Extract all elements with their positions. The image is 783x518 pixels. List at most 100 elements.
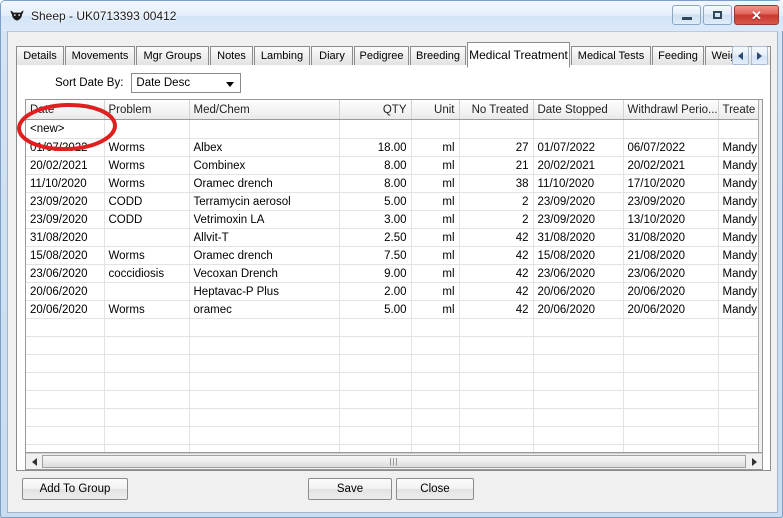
grid-cell-treated-by[interactable]: Mandy: [718, 264, 762, 283]
tab-details[interactable]: Details: [16, 46, 64, 66]
grid-cell[interactable]: [623, 426, 719, 445]
grid-cell[interactable]: [411, 444, 460, 452]
grid-cell-withdrawl[interactable]: 31/08/2020: [623, 228, 719, 247]
table-row[interactable]: 23/09/2020 CODD Terramycin aerosol 5.00 ml 2 2…: [26, 192, 762, 211]
grid-cell-qty[interactable]: 8.00: [339, 156, 412, 175]
scrollbar-track[interactable]: |||: [42, 454, 746, 469]
empty-row[interactable]: [26, 444, 762, 452]
grid-cell-treated-by[interactable]: Mandy: [718, 300, 762, 319]
grid-cell-unit[interactable]: ml: [411, 156, 460, 175]
grid-cell[interactable]: [459, 426, 534, 445]
grid-cell-withdrawl[interactable]: 23/06/2020: [623, 264, 719, 283]
grid-cell-no-treated[interactable]: 21: [459, 156, 534, 175]
grid-cell-qty[interactable]: 8.00: [339, 174, 412, 193]
column-header-withdrawl-period[interactable]: Withdrawl Perio...: [623, 100, 719, 120]
grid-cell[interactable]: [339, 318, 412, 337]
grid-cell[interactable]: [718, 444, 762, 452]
grid-cell[interactable]: [26, 372, 105, 391]
grid-cell-withdrawl[interactable]: 20/06/2020: [623, 300, 719, 319]
grid-cell-qty[interactable]: 2.00: [339, 282, 412, 301]
grid-cell[interactable]: [459, 444, 534, 452]
grid-cell[interactable]: [339, 444, 412, 452]
grid-cell-treated-by[interactable]: Mandy: [718, 228, 762, 247]
table-row[interactable]: 15/08/2020 Worms Oramec drench 7.50 ml 42 15/0…: [26, 246, 762, 265]
grid-cell-date[interactable]: 20/06/2020: [26, 282, 105, 301]
grid-cell[interactable]: [104, 354, 190, 373]
grid-cell-no-treated[interactable]: 42: [459, 264, 534, 283]
table-row[interactable]: 23/09/2020 CODD Vetrimoxin LA 3.00 ml 2 23/09/…: [26, 210, 762, 229]
grid-cell-problem[interactable]: Worms: [104, 246, 190, 265]
grid-cell[interactable]: [26, 318, 105, 337]
medical-treatment-grid[interactable]: Date Problem Med/Chem QTY Unit No Treate…: [25, 99, 763, 453]
grid-cell[interactable]: [339, 336, 412, 355]
table-row[interactable]: 20/02/2021 Worms Combinex 8.00 ml 21 20/02/202…: [26, 156, 762, 175]
grid-cell-date-stopped[interactable]: 20/06/2020: [533, 282, 624, 301]
grid-cell[interactable]: [104, 426, 190, 445]
column-header-unit[interactable]: Unit: [411, 100, 460, 120]
grid-cell-date[interactable]: 23/09/2020: [26, 210, 105, 229]
grid-cell[interactable]: [411, 390, 460, 409]
grid-cell-med[interactable]: Vetrimoxin LA: [189, 210, 340, 229]
sort-date-by-select[interactable]: Date Desc: [131, 73, 242, 93]
grid-cell[interactable]: [459, 408, 534, 427]
tab-pedigree[interactable]: Pedigree: [354, 46, 409, 66]
grid-cell[interactable]: [411, 119, 460, 139]
grid-cell[interactable]: [339, 372, 412, 391]
grid-cell[interactable]: [411, 318, 460, 337]
grid-cell-withdrawl[interactable]: 13/10/2020: [623, 210, 719, 229]
grid-cell[interactable]: [718, 372, 762, 391]
grid-cell-treated-by[interactable]: Mandy: [718, 138, 762, 157]
grid-cell[interactable]: [104, 318, 190, 337]
grid-cell[interactable]: [339, 354, 412, 373]
grid-cell[interactable]: [189, 426, 340, 445]
new-record-cell[interactable]: <new>: [26, 119, 105, 139]
grid-cell[interactable]: [339, 408, 412, 427]
grid-cell[interactable]: [623, 390, 719, 409]
grid-cell-unit[interactable]: ml: [411, 246, 460, 265]
grid-cell-unit[interactable]: ml: [411, 192, 460, 211]
grid-cell[interactable]: [189, 336, 340, 355]
grid-cell-date-stopped[interactable]: 15/08/2020: [533, 246, 624, 265]
grid-cell[interactable]: [104, 408, 190, 427]
column-header-date-stopped[interactable]: Date Stopped: [533, 100, 624, 120]
close-window-button[interactable]: ✕: [734, 5, 779, 25]
column-header-no-treated[interactable]: No Treated: [459, 100, 534, 120]
tab-scroll-left-button[interactable]: [732, 46, 749, 65]
grid-cell[interactable]: [411, 354, 460, 373]
grid-cell[interactable]: [411, 426, 460, 445]
title-bar[interactable]: Sheep - UK0713393 00412 ✕: [1, 1, 783, 31]
grid-cell[interactable]: [104, 119, 190, 139]
grid-cell-treated-by[interactable]: Mandy: [718, 192, 762, 211]
grid-cell-no-treated[interactable]: 2: [459, 210, 534, 229]
grid-cell[interactable]: [26, 354, 105, 373]
grid-cell-med[interactable]: Vecoxan Drench: [189, 264, 340, 283]
grid-cell-date-stopped[interactable]: 11/10/2020: [533, 174, 624, 193]
grid-cell[interactable]: [459, 354, 534, 373]
grid-cell-date[interactable]: 01/07/2022: [26, 138, 105, 157]
grid-cell[interactable]: [189, 318, 340, 337]
grid-cell-date[interactable]: 20/06/2020: [26, 300, 105, 319]
grid-cell-date-stopped[interactable]: 20/02/2021: [533, 156, 624, 175]
grid-cell-date-stopped[interactable]: 20/06/2020: [533, 300, 624, 319]
tab-lambing[interactable]: Lambing: [254, 46, 310, 66]
grid-cell-med[interactable]: Combinex: [189, 156, 340, 175]
grid-cell-date[interactable]: 20/02/2021: [26, 156, 105, 175]
grid-cell[interactable]: [533, 354, 624, 373]
grid-cell[interactable]: [623, 336, 719, 355]
grid-cell-qty[interactable]: 18.00: [339, 138, 412, 157]
grid-cell-date[interactable]: 11/10/2020: [26, 174, 105, 193]
grid-cell-date-stopped[interactable]: 01/07/2022: [533, 138, 624, 157]
grid-cell[interactable]: [533, 426, 624, 445]
tab-mgr-groups[interactable]: Mgr Groups: [136, 46, 209, 66]
grid-cell[interactable]: [459, 119, 534, 139]
grid-cell[interactable]: [411, 408, 460, 427]
grid-cell-qty[interactable]: 3.00: [339, 210, 412, 229]
grid-cell[interactable]: [718, 336, 762, 355]
tab-feeding[interactable]: Feeding: [652, 46, 704, 66]
tab-medical-tests[interactable]: Medical Tests: [571, 46, 651, 66]
grid-vertical-scrollbar[interactable]: [758, 100, 762, 452]
grid-cell-problem[interactable]: CODD: [104, 210, 190, 229]
grid-cell-problem[interactable]: Worms: [104, 138, 190, 157]
grid-cell[interactable]: [104, 336, 190, 355]
empty-row[interactable]: [26, 318, 762, 337]
